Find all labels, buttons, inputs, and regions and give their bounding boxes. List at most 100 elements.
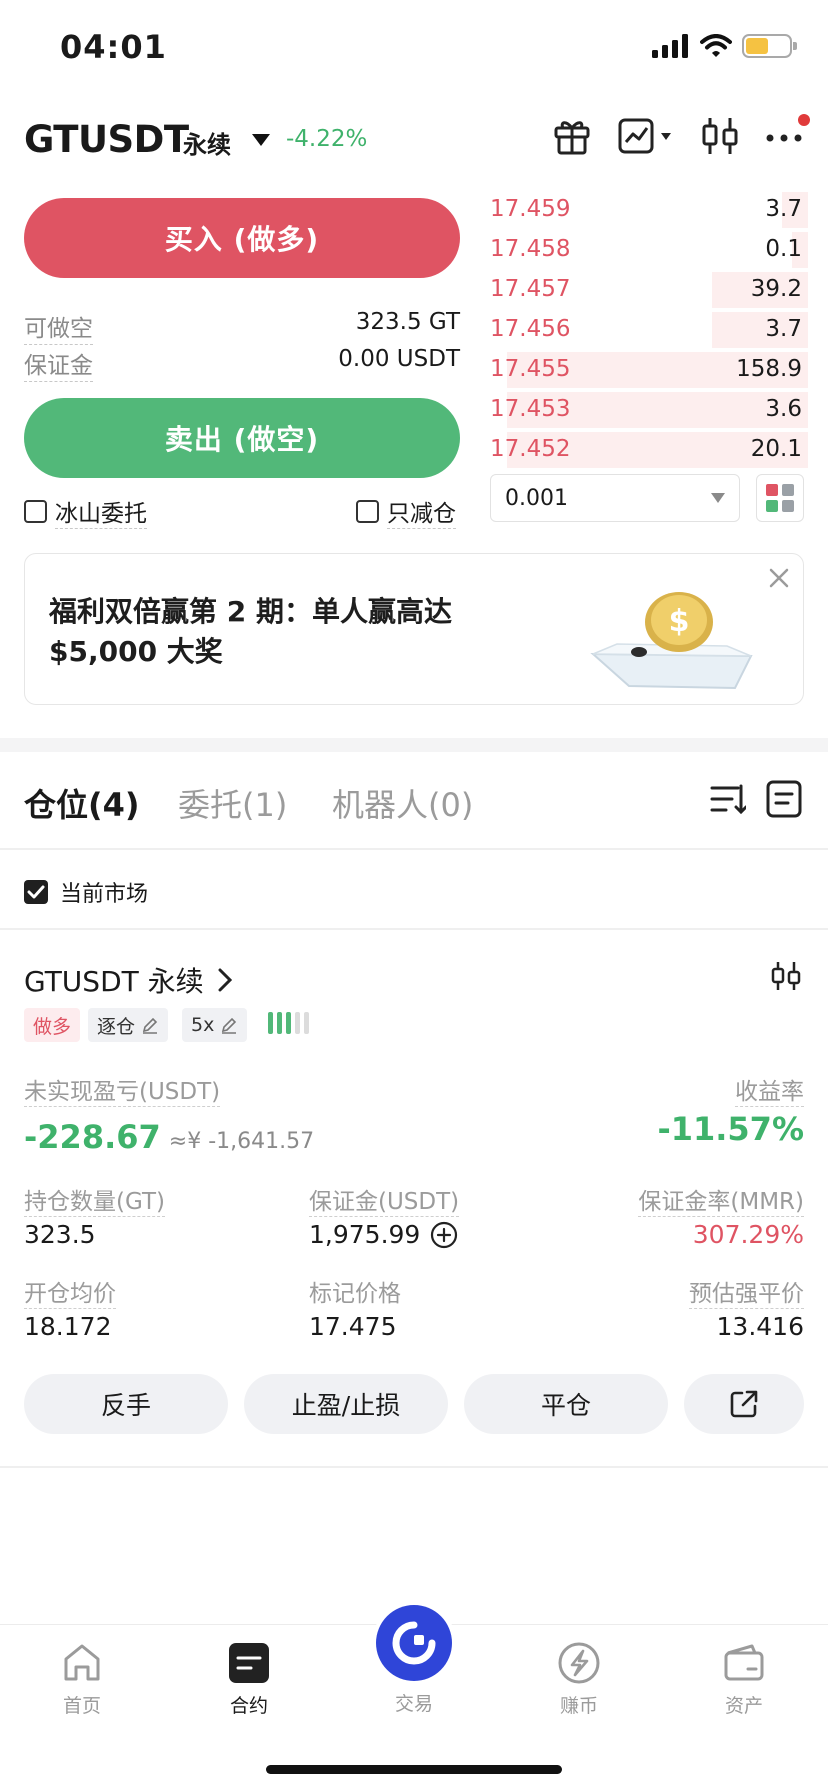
wallet-icon (724, 1644, 764, 1681)
promo-banner[interactable]: 福利双倍赢第 2 期：单人赢高达 $5,000 大奖 $ (24, 553, 804, 705)
gift-icon[interactable] (552, 116, 592, 156)
ask-price: 17.453 (490, 396, 571, 422)
wifi-icon (700, 34, 732, 57)
margin-usdt-value: 1,975.99 (309, 1220, 421, 1249)
nav-futures-label: 合约 (229, 1695, 268, 1717)
nav-trade[interactable]: 交易 (359, 1599, 469, 1716)
order-book-row[interactable]: 17.456 3.7 (488, 310, 808, 350)
close-icon[interactable] (769, 568, 789, 588)
iceberg-order-option[interactable]: 冰山委托 (24, 494, 147, 529)
tp-sl-button[interactable]: 止盈/止损 (244, 1374, 448, 1434)
entry-price-label: 开仓均价 (24, 1274, 116, 1309)
trade-icon (372, 1601, 456, 1685)
price-change: -4.22% (286, 126, 368, 152)
roe-value: -11.57% (657, 1110, 804, 1148)
nav-home-label: 首页 (62, 1695, 101, 1717)
sort-icon[interactable] (710, 782, 746, 816)
adl-bar (286, 1012, 291, 1034)
order-book-row[interactable]: 17.457 39.2 (488, 270, 808, 310)
short-available-value: 323.5 GT (355, 309, 460, 335)
share-icon (730, 1390, 758, 1418)
nav-earn[interactable]: 赚币 (524, 1641, 634, 1718)
order-history-icon[interactable] (766, 780, 802, 818)
buy-long-button[interactable]: 买入 (做多) (24, 198, 460, 278)
nav-trade-label: 交易 (394, 1693, 433, 1715)
liq-price-value: 13.416 (716, 1312, 804, 1341)
edit-icon[interactable] (220, 1016, 238, 1034)
position-pair: GTUSDT 永续 (24, 965, 204, 998)
divider (0, 1466, 828, 1468)
pair-title[interactable]: GTUSDT (24, 118, 189, 161)
earn-icon (558, 1642, 600, 1684)
order-book-layout-icon (766, 484, 794, 512)
share-button[interactable] (684, 1374, 804, 1434)
unrealized-pnl-label: 未实现盈亏(USDT) (24, 1072, 221, 1107)
divider (0, 928, 828, 930)
short-available-label: 可做空 (24, 309, 93, 345)
adl-bar (277, 1012, 282, 1034)
order-book-row[interactable]: 17.452 20.1 (488, 430, 808, 470)
position-title[interactable]: GTUSDT 永续 (24, 960, 232, 1000)
margin-label: 保证金 (24, 346, 93, 382)
leverage-badge[interactable]: 5x (182, 1008, 248, 1042)
adl-bar (295, 1012, 300, 1034)
order-book-row[interactable]: 17.458 0.1 (488, 230, 808, 270)
nav-futures[interactable]: 合约 (194, 1641, 304, 1718)
adl-bar (268, 1012, 273, 1034)
reverse-button[interactable]: 反手 (24, 1374, 228, 1434)
notification-dot (798, 114, 810, 126)
ask-quantity: 158.9 (736, 356, 802, 382)
adl-indicator (268, 1012, 309, 1034)
divider (0, 848, 828, 850)
adl-bar (304, 1012, 309, 1034)
contract-type[interactable]: 永续 (183, 125, 231, 160)
ask-quantity: 39.2 (750, 276, 802, 302)
tab-positions[interactable]: 仓位(4) (24, 780, 140, 826)
iceberg-label: 冰山委托 (55, 494, 147, 529)
margin-mode-badge[interactable]: 逐仓 (88, 1008, 169, 1042)
ask-price: 17.459 (490, 196, 571, 222)
reduce-only-label: 只减仓 (387, 494, 456, 529)
status-time: 04:01 (60, 28, 167, 66)
size-value: 323.5 (24, 1220, 96, 1249)
add-margin-icon[interactable] (430, 1221, 458, 1249)
nav-earn-label: 赚币 (559, 1695, 598, 1717)
margin-usdt: 1,975.99 (309, 1220, 458, 1249)
ask-quantity: 0.1 (765, 236, 802, 262)
candlestick-icon[interactable] (700, 116, 740, 156)
mark-price-label: 标记价格 (309, 1281, 401, 1307)
order-book-row[interactable]: 17.453 3.6 (488, 390, 808, 430)
mmr-value: 307.29% (692, 1220, 804, 1249)
cellular-signal-icon (652, 34, 688, 58)
reduce-only-checkbox[interactable] (356, 500, 379, 523)
order-book-layout-button[interactable] (756, 474, 804, 522)
tab-orders[interactable]: 委托(1) (178, 780, 287, 826)
reduce-only-option[interactable]: 只减仓 (356, 494, 456, 529)
svg-text:$: $ (669, 604, 690, 639)
edit-icon[interactable] (141, 1016, 159, 1034)
checkbox-checked-icon[interactable] (24, 880, 48, 904)
margin-mode-label: 逐仓 (97, 1015, 136, 1038)
nav-assets[interactable]: 资产 (689, 1641, 799, 1718)
sell-short-button[interactable]: 卖出 (做空) (24, 398, 460, 478)
entry-price-value: 18.172 (24, 1312, 112, 1341)
iceberg-checkbox[interactable] (24, 500, 47, 523)
candlestick-icon[interactable] (770, 960, 802, 992)
nav-assets-label: 资产 (724, 1695, 763, 1717)
price-step-select[interactable]: 0.001 (490, 474, 740, 522)
ask-price: 17.456 (490, 316, 571, 342)
chart-icon[interactable] (618, 116, 678, 156)
ask-price: 17.455 (490, 356, 571, 382)
nav-home[interactable]: 首页 (27, 1641, 137, 1718)
margin-value: 0.00 USDT (338, 346, 460, 372)
close-position-button[interactable]: 平仓 (464, 1374, 668, 1434)
order-book-row[interactable]: 17.459 3.7 (488, 190, 808, 230)
caret-down-icon[interactable] (252, 134, 270, 146)
order-book-row[interactable]: 17.455 158.9 (488, 350, 808, 390)
chevron-right-icon (218, 968, 232, 992)
size-label: 持仓数量(GT) (24, 1182, 165, 1217)
current-market-filter[interactable]: 当前市场 (24, 876, 148, 908)
side-badge: 做多 (24, 1008, 81, 1042)
margin-usdt-label: 保证金(USDT) (309, 1182, 460, 1217)
tab-bots[interactable]: 机器人(0) (332, 780, 473, 826)
